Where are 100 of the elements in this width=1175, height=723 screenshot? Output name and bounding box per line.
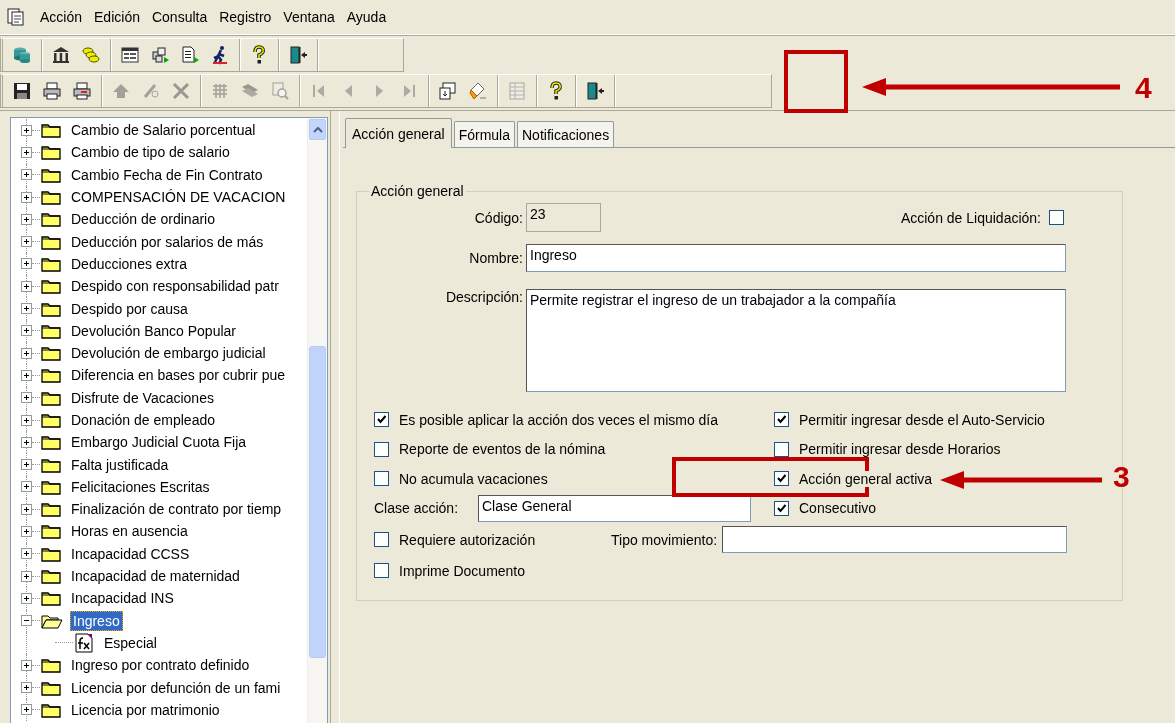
menu-item[interactable]: Ayuda [340,9,393,25]
checkbox[interactable] [374,471,389,487]
tree-item[interactable]: Licencia por defunción de un fami [68,677,284,698]
folder-icon [41,189,61,206]
tree-item[interactable]: Despido con responsabilidad patr [68,276,282,297]
tree-item[interactable]: Incapacidad de maternidad [68,566,243,587]
checkbox-label[interactable]: No acumula vacaciones [399,470,548,487]
scroll-thumb[interactable] [309,346,326,658]
name-field[interactable]: Ingreso [526,244,1066,272]
folder-icon [41,523,61,540]
tab[interactable]: Acción general [345,118,452,148]
tree-item[interactable]: Cambio de tipo de salario [68,142,233,163]
expand-icon[interactable] [21,280,32,292]
code-field: 23 [526,203,601,232]
checkbox[interactable] [774,500,789,516]
expand-icon[interactable] [21,236,32,248]
tree-item[interactable]: Cambio Fecha de Fin Contrato [68,164,266,185]
checkbox-label[interactable]: Es posible aplicar la acción dos veces el mismo día [399,411,719,428]
checkbox[interactable] [774,471,789,487]
app-icon[interactable] [6,7,26,27]
expand-icon[interactable] [21,548,32,560]
tree-item[interactable]: Devolución Banco Popular [68,320,239,341]
tree-item[interactable]: COMPENSACIÓN DE VACACION [68,187,289,208]
scrollbar[interactable] [307,118,327,723]
expand-icon[interactable] [21,369,32,381]
expand-icon[interactable] [21,213,32,225]
tree-item[interactable]: Embargo Judicial Cuota Fija [68,432,250,453]
checkbox-label[interactable]: Permitir ingresar desde el Auto-Servicio [799,411,1045,428]
checkbox[interactable] [374,412,389,428]
tree-item[interactable]: Finalización de contrato por tiemp [68,499,285,520]
class-field[interactable]: Clase General [478,494,751,522]
expand-icon[interactable] [21,592,32,604]
runner-icon [210,45,230,65]
checkbox-label[interactable]: Acción general activa [799,470,933,487]
tree-item[interactable]: Incapacidad INS [68,588,177,609]
checkbox[interactable] [774,441,789,457]
description-field[interactable]: Permite registrar el ingreso de un trabajador a la compañía [526,289,1066,392]
checkbox-label[interactable]: Requiere autorización [399,531,536,548]
checkbox[interactable] [374,563,389,579]
movement-type-field[interactable] [722,526,1068,553]
tree-item[interactable]: Ingreso por contrato definido [68,655,253,676]
menu-item[interactable]: Acción [34,9,89,25]
tree-item[interactable]: Licencia por matrimonio [68,699,223,720]
checkbox-label[interactable]: Imprime Documento [399,562,526,579]
expand-icon[interactable] [21,481,32,493]
tree-item[interactable]: Horas en ausencia [68,521,191,542]
tree-item[interactable]: Deducciones extra [68,253,190,274]
close-icon [171,81,191,101]
menu-item[interactable]: Consulta [145,9,214,25]
checkbox[interactable] [1049,210,1064,225]
collapse-icon[interactable] [21,615,32,627]
expand-icon[interactable] [21,436,32,448]
expand-icon[interactable] [21,459,32,471]
expand-icon[interactable] [21,526,32,537]
expand-icon[interactable] [21,659,32,671]
tree-item[interactable]: Disfrute de Vacaciones [68,387,217,408]
expand-icon[interactable] [21,392,32,404]
tree-item[interactable]: Deducción por salarios de más [68,231,267,252]
expand-icon[interactable] [21,704,32,716]
document-icon [180,45,200,65]
checkbox-label[interactable]: Permitir ingresar desde Horarios [799,441,1001,458]
tree-item[interactable]: Donación de empleado [68,410,218,430]
tree-item[interactable]: Incapacidad CCSS [68,543,193,564]
tree-item[interactable]: Cambio de Salario porcentual [68,120,259,141]
tab[interactable]: Notificaciones [517,121,615,147]
expand-icon[interactable] [21,146,32,158]
expand-icon[interactable] [21,169,32,181]
open-folder-icon [41,612,63,629]
menu-item[interactable]: Registro [213,9,278,25]
tab[interactable]: Fórmula [453,121,515,147]
checkbox[interactable] [774,412,789,428]
tree-item[interactable]: Diferencia en bases por cubrir pue [68,365,288,386]
expand-icon[interactable] [21,570,32,582]
up-arrow-icon [111,81,131,101]
tree-item[interactable]: Felicitaciones Escritas [68,476,213,497]
expand-icon[interactable] [21,347,32,359]
menu-item[interactable]: Ventana [277,9,341,25]
menu-item[interactable]: Edición [88,9,146,25]
checkbox[interactable] [374,532,389,547]
checkbox-label[interactable]: Reporte de eventos de la nómina [399,441,606,458]
tree-item[interactable]: Devolución de embargo judicial [68,343,269,364]
expand-icon[interactable] [21,503,32,515]
expand-icon[interactable] [21,191,32,203]
expand-icon[interactable] [21,124,32,136]
expand-icon[interactable] [21,303,32,314]
callout-number: 4 [1135,71,1152,105]
tree-item[interactable]: Ingreso [70,610,123,631]
expand-icon[interactable] [21,414,32,426]
scroll-up-button[interactable] [309,119,326,140]
tree-item[interactable]: Falta justificada [68,454,172,475]
tree-item[interactable]: Especial [101,632,160,653]
expand-icon[interactable] [21,325,32,337]
checkbox[interactable] [374,441,389,457]
expand-icon[interactable] [21,258,32,270]
exit-icon [585,81,605,101]
window-icon [438,81,458,101]
tree-item[interactable]: Despido por causa [68,298,191,319]
tree-item[interactable]: Deducción de ordinario [68,209,218,230]
expand-icon[interactable] [21,682,32,694]
folder-icon [41,166,61,183]
